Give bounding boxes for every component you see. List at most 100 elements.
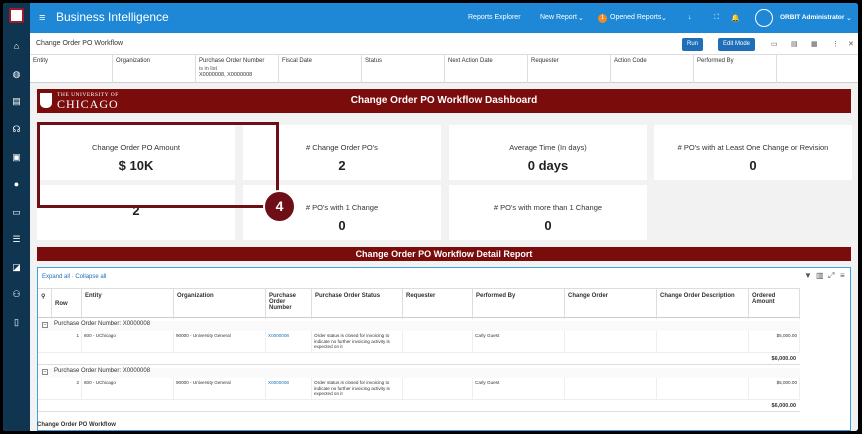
users-icon[interactable]: ⚇ (11, 289, 22, 299)
expand-collapse-links: Expand all · Collapse all (42, 274, 107, 280)
home-icon[interactable]: ⌂ (11, 41, 22, 51)
document-icon[interactable]: ▯ (11, 317, 22, 327)
user-avatar[interactable] (755, 9, 773, 27)
filter-label: Entity (33, 58, 49, 64)
monitor-icon[interactable]: ▭ (11, 207, 22, 217)
cell-row: 2 (38, 378, 82, 400)
footer-title: Change Order PO Workflow (37, 422, 116, 428)
expand-icon[interactable]: ⤢ (828, 271, 834, 281)
col-entity[interactable]: Entity (82, 289, 174, 319)
subtotal-value: $6,000.00 (771, 403, 796, 409)
filter-funnel-icon[interactable]: ▼ (804, 271, 812, 280)
kpi-card-average-time[interactable]: Average Time (In days) 0 days (449, 125, 647, 180)
group-header[interactable]: − Purchase Order Number: X0000008 (38, 321, 800, 331)
filter-next-action-date[interactable]: Next Action Date (445, 55, 528, 83)
filter-panel-icon[interactable]: ▭ (771, 40, 778, 48)
kpi-card-at-least-one-change[interactable]: # PO's with at Least One Change or Revis… (654, 125, 852, 180)
reports-explorer-link[interactable]: Reports Explorer (468, 14, 521, 21)
opened-reports-chevron-icon[interactable]: ⌄ (661, 14, 667, 22)
subtotal-value: $6,000.00 (771, 356, 796, 362)
chart-icon[interactable]: ◪ (11, 262, 22, 272)
filter-bar: Entity Organization Purchase Order Numbe… (30, 55, 858, 83)
user-icon[interactable]: ● (11, 179, 22, 189)
detail-report-title: Change Order PO Workflow Detail Report (37, 247, 851, 261)
col-change-order-description[interactable]: Change Order Description (657, 289, 749, 319)
close-icon[interactable]: ✕ (848, 40, 854, 48)
cell-requester (403, 378, 473, 400)
filter-fiscal-date[interactable]: Fiscal Date (279, 55, 362, 83)
kpi-value: 0 (544, 218, 552, 233)
filter-label: Action Code (614, 58, 647, 64)
col-change-order[interactable]: Change Order (565, 289, 657, 319)
group-label: Purchase Order Number: X0000008 (54, 321, 151, 327)
list-check-icon[interactable]: ☰ (11, 234, 22, 244)
notification-bell-icon[interactable]: 🔔 (731, 14, 740, 22)
cell-description (657, 378, 749, 400)
collapse-group-icon[interactable]: − (42, 369, 48, 375)
menu-lines-icon[interactable]: ≡ (840, 271, 845, 280)
report-toolbar: Change Order PO Workflow Run Edit Mode ▭… (30, 33, 858, 55)
filter-label: Next Action Date (448, 58, 493, 64)
col-requester[interactable]: Requester (403, 289, 473, 319)
export-icon[interactable]: ▤ (791, 40, 798, 48)
filter-performed-by[interactable]: Performed By (694, 55, 777, 83)
reports-icon[interactable]: ▤ (11, 96, 22, 106)
filter-label: Fiscal Date (282, 58, 313, 64)
fullscreen-icon[interactable]: ⛶ (714, 14, 719, 22)
new-report-chevron-icon[interactable]: ⌄ (578, 14, 584, 22)
dashboard-icon[interactable]: ◍ (11, 69, 22, 79)
calendar-icon[interactable]: ▦ (811, 40, 818, 48)
cell-change-order (565, 331, 657, 353)
headset-icon[interactable]: ☊ (11, 124, 22, 134)
cell-performed-by: Carly Guest (473, 378, 565, 400)
col-ordered-amount[interactable]: Ordered Amount (749, 289, 800, 319)
image-icon[interactable]: ▣ (11, 152, 22, 162)
filter-action-code[interactable]: Action Code (611, 55, 694, 83)
cell-requester (403, 331, 473, 353)
cell-entity: 600 - UChicago (82, 378, 174, 400)
left-nav-rail: ⌂ ◍ ▤ ☊ ▣ ● ▭ ☰ ◪ ⚇ ▯ (3, 3, 30, 431)
table-row[interactable]: 2 600 - UChicago 90000 - University Gene… (38, 378, 800, 400)
cell-organization: 90000 - University General (174, 331, 266, 353)
collapse-group-icon[interactable]: − (42, 322, 48, 328)
user-menu-chevron-icon[interactable]: ⌄ (846, 14, 852, 22)
filter-organization[interactable]: Organization (113, 55, 196, 83)
run-button[interactable]: Run (682, 38, 704, 51)
cell-po-number-link[interactable]: X0000008 (266, 331, 312, 353)
edit-mode-button[interactable]: Edit Mode (718, 38, 756, 51)
edit-mode-label: Edit Mode (723, 41, 751, 47)
cell-change-order (565, 378, 657, 400)
download-icon[interactable]: ↓ (688, 14, 692, 21)
cell-performed-by: Carly Guest (473, 331, 565, 353)
hamburger-menu-icon[interactable]: ≡ (39, 12, 45, 24)
step-callout: 4 (263, 190, 296, 223)
filter-entity[interactable]: Entity (30, 55, 113, 83)
cell-po-number-link[interactable]: X0000008 (266, 378, 312, 400)
cell-entity: 600 - UChicago (82, 331, 174, 353)
table-row[interactable]: 1 600 - UChicago 90000 - University Gene… (38, 331, 800, 353)
col-po-number[interactable]: Purchase Order Number (266, 289, 312, 319)
org-logo (9, 8, 24, 23)
bar-chart-icon[interactable]: ▥ (816, 271, 824, 280)
filter-purchase-order-number[interactable]: Purchase Order Number is in list X000000… (196, 55, 279, 83)
filter-value: X0000008, X0000008 (199, 72, 253, 78)
kpi-title: # PO's with at Least One Change or Revis… (677, 143, 829, 152)
filter-label: Purchase Order Number (199, 58, 265, 64)
filter-status[interactable]: Status (362, 55, 445, 83)
group-header[interactable]: − Purchase Order Number: X0000008 (38, 368, 800, 378)
user-name[interactable]: ORBIT Administrator (780, 14, 844, 21)
column-filter-icon[interactable]: ⚲ (38, 289, 52, 319)
more-options-icon[interactable]: ⋮ (832, 40, 839, 48)
col-po-status[interactable]: Purchase Order Status (312, 289, 403, 319)
kpi-card-more-than-one-change[interactable]: # PO's with more than 1 Change 0 (449, 185, 647, 240)
expand-all-link[interactable]: Expand all (42, 274, 70, 280)
new-report-menu[interactable]: New Report (540, 14, 577, 21)
col-performed-by[interactable]: Performed By (473, 289, 565, 319)
col-row[interactable]: Row (52, 289, 82, 319)
opened-reports-menu[interactable]: Opened Reports (610, 14, 661, 21)
filter-requester[interactable]: Requester (528, 55, 611, 83)
col-organization[interactable]: Organization (174, 289, 266, 319)
dashboard-content: THE UNIVERSITY OF CHICAGO Change Order P… (30, 83, 858, 431)
group-subtotal: $6,000.00 (38, 353, 800, 365)
collapse-all-link[interactable]: Collapse all (75, 274, 106, 280)
